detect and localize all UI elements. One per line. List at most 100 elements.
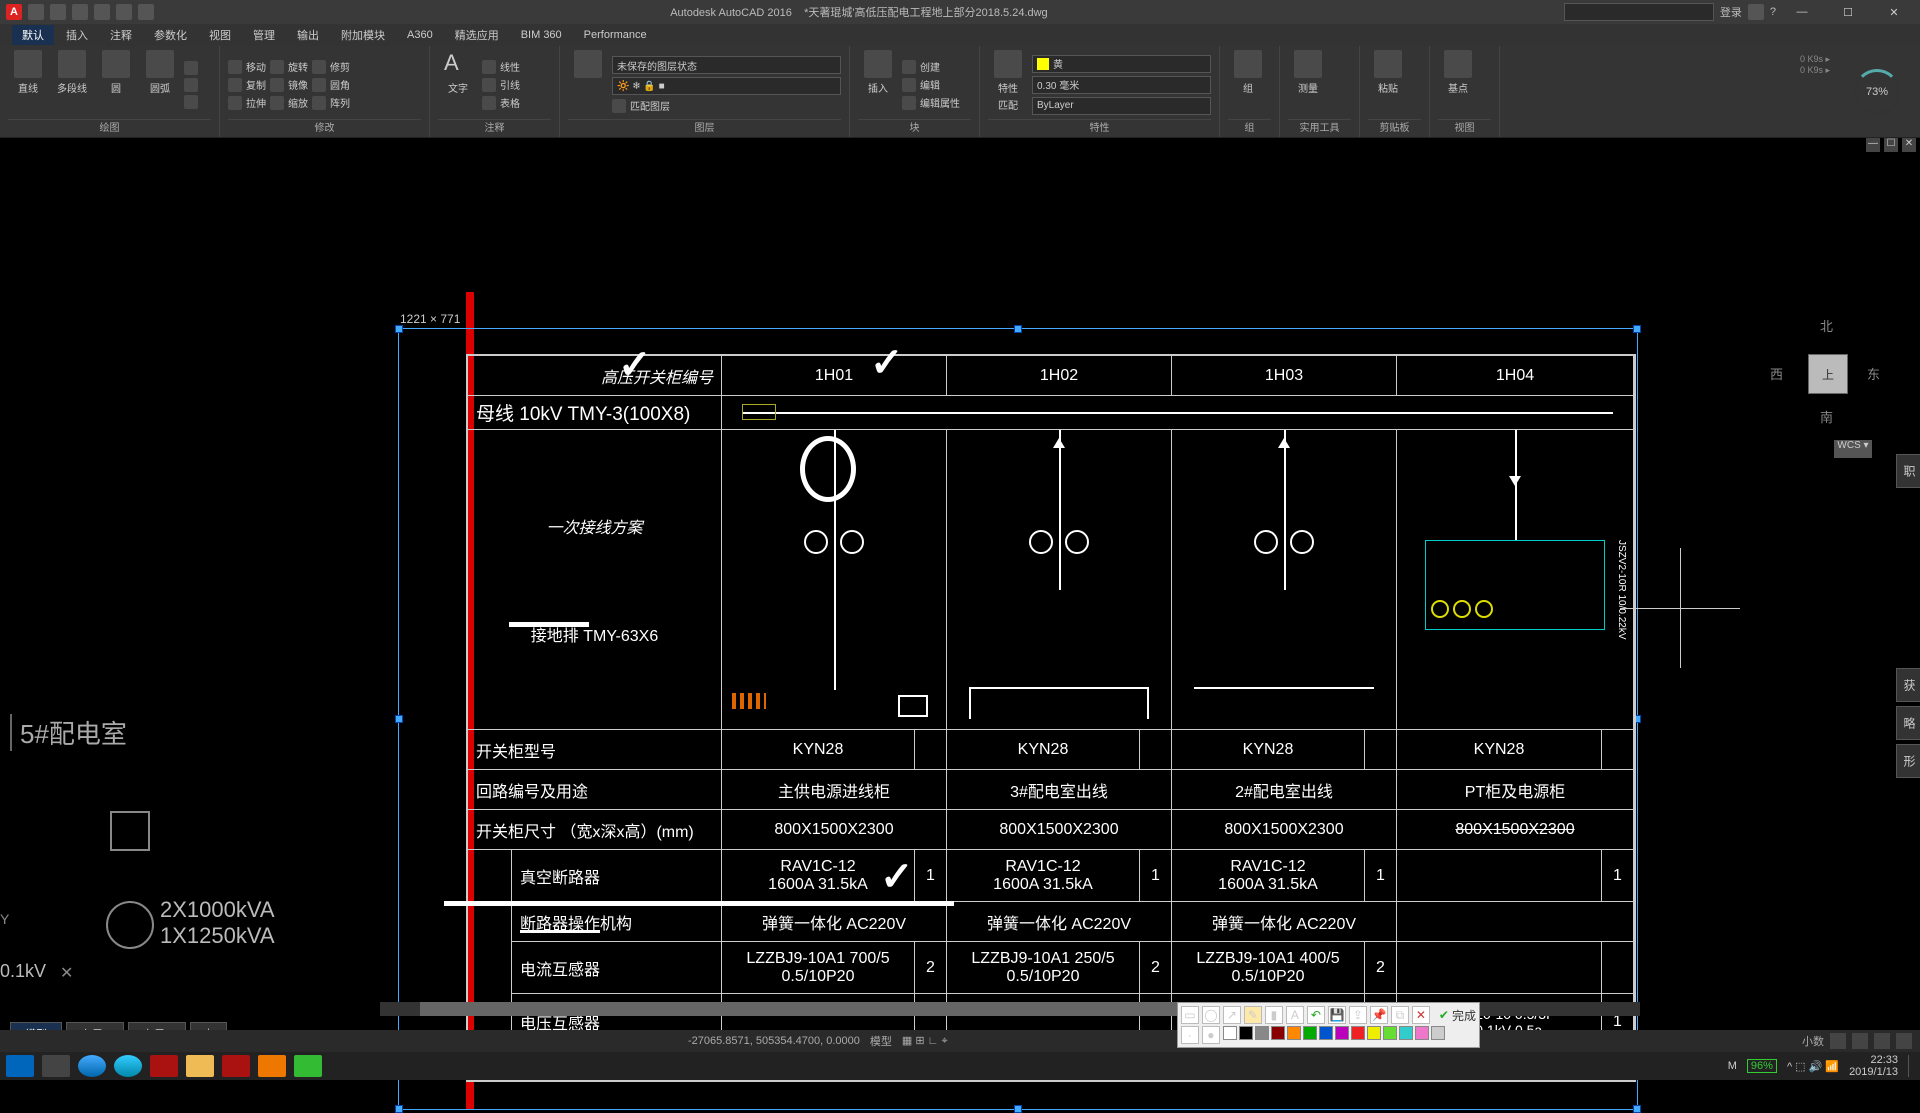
tab-default[interactable]: 默认 (12, 25, 54, 45)
side-tab-3[interactable]: 略 (1896, 706, 1920, 740)
tab-bim360[interactable]: BIM 360 (511, 27, 572, 43)
markup-save[interactable]: 💾 (1328, 1006, 1346, 1024)
rotate-button[interactable]: 旋转 (270, 59, 308, 74)
clock-date[interactable]: 2019/1/13 (1849, 1066, 1898, 1078)
tab-parametric[interactable]: 参数化 (144, 25, 197, 45)
arc-button[interactable]: 圆弧 (140, 50, 180, 119)
side-tab-4[interactable]: 形 (1896, 744, 1920, 778)
array-button[interactable]: 阵列 (312, 95, 350, 110)
taskbar-app-explorer[interactable] (186, 1055, 214, 1077)
taskview-button[interactable] (42, 1055, 70, 1077)
markup-close[interactable]: ✕ (1412, 1006, 1430, 1024)
color-gray[interactable] (1255, 1026, 1269, 1040)
group-button[interactable]: 组 (1228, 50, 1268, 119)
viewcube[interactable]: 北南 西东 上 (1770, 316, 1880, 426)
taskbar-app[interactable] (114, 1055, 142, 1077)
markup-rect-tool[interactable]: ▭ (1181, 1006, 1199, 1024)
min-button[interactable]: — (1782, 0, 1822, 24)
tab-view[interactable]: 视图 (199, 25, 241, 45)
app-logo[interactable]: A (6, 4, 22, 20)
drawing-canvas[interactable]: 1221 × 771 5#配电室 2X1000kVA 1X1250kVA 0.1… (0, 154, 1920, 1020)
markup-text-tool[interactable]: A (1286, 1006, 1304, 1024)
line-button[interactable]: 直线 (8, 50, 48, 119)
color-pink[interactable] (1415, 1026, 1429, 1040)
color-orange[interactable] (1287, 1026, 1301, 1040)
block-edit-button[interactable]: 编辑 (902, 77, 960, 92)
dim-linear-button[interactable]: 线性 (482, 59, 520, 74)
tab-annotate[interactable]: 注释 (100, 25, 142, 45)
leader-button[interactable]: 引线 (482, 77, 520, 92)
doc-min[interactable]: — (1866, 138, 1880, 152)
markup-undo[interactable]: ↶ (1307, 1006, 1325, 1024)
tab-featured[interactable]: 精选应用 (445, 25, 509, 45)
markup-share[interactable]: ⇪ (1349, 1006, 1367, 1024)
color-blue[interactable] (1319, 1026, 1333, 1040)
show-desktop[interactable] (1908, 1055, 1914, 1077)
linetype-combo[interactable]: ByLayer (1032, 97, 1211, 115)
doc-close[interactable]: ✕ (1902, 138, 1916, 152)
dot-large[interactable]: ● (1202, 1026, 1220, 1044)
markup-arrow-tool[interactable]: ↗ (1223, 1006, 1241, 1024)
color-green[interactable] (1303, 1026, 1317, 1040)
fillet-button[interactable]: 圆角 (312, 77, 350, 92)
status-icon[interactable] (1852, 1033, 1868, 1049)
grip[interactable] (1014, 1105, 1022, 1113)
match-layer-button[interactable]: 匹配图层 (612, 98, 841, 113)
status-icon[interactable] (1896, 1033, 1912, 1049)
qat-save[interactable] (72, 4, 88, 20)
help-search[interactable] (1564, 3, 1714, 21)
markup-toolbar[interactable]: ▭ ◯ ↗ ✎ ▮ A ↶ 💾 ⇪ 📌 ⧉ ✕ ✔完成 · ● (1177, 1002, 1480, 1048)
grip[interactable] (1633, 325, 1641, 333)
markup-ellipse-tool[interactable]: ◯ (1202, 1006, 1220, 1024)
tab-insert[interactable]: 插入 (56, 25, 98, 45)
scroll-thumb[interactable] (420, 1002, 1200, 1016)
move-button[interactable]: 移动 (228, 59, 266, 74)
paste-button[interactable]: 粘贴 (1368, 50, 1408, 119)
tab-output[interactable]: 输出 (287, 25, 329, 45)
qat-plot[interactable] (138, 4, 154, 20)
stretch-button[interactable]: 拉伸 (228, 95, 266, 110)
markup-highlight-tool[interactable]: ▮ (1265, 1006, 1283, 1024)
layer-combo[interactable]: 🔆 ❄ 🔒 ■ (612, 77, 841, 95)
close-button[interactable]: ✕ (1874, 0, 1914, 24)
taskbar-app[interactable] (78, 1055, 106, 1077)
clock-time[interactable]: 22:33 (1849, 1054, 1898, 1066)
doc-max[interactable]: ☐ (1884, 138, 1898, 152)
block-editattr-button[interactable]: 编辑属性 (902, 95, 960, 110)
tray-icons[interactable]: ^ ⬚ 🔊 📶 (1787, 1060, 1839, 1073)
taskbar-app-wechat[interactable] (294, 1055, 322, 1077)
grip[interactable] (395, 1105, 403, 1113)
layer-state-combo[interactable]: 未保存的图层状态 (612, 56, 841, 74)
tab-manage[interactable]: 管理 (243, 25, 285, 45)
color-darkred[interactable] (1271, 1026, 1285, 1040)
color-lgray[interactable] (1431, 1026, 1445, 1040)
mirror-button[interactable]: 镜像 (270, 77, 308, 92)
color-cyan[interactable] (1399, 1026, 1413, 1040)
markup-copy[interactable]: ⧉ (1391, 1006, 1409, 1024)
grip[interactable] (395, 715, 403, 723)
wcs-badge[interactable]: WCS ▾ (1834, 440, 1872, 458)
tab-a360[interactable]: A360 (397, 27, 443, 43)
color-black[interactable] (1239, 1026, 1253, 1040)
status-icon[interactable] (1830, 1033, 1846, 1049)
taskbar-app-autocad[interactable] (150, 1055, 178, 1077)
measure-button[interactable]: 测量 (1288, 50, 1328, 119)
table-button[interactable]: 表格 (482, 95, 520, 110)
text-button[interactable]: A文字 (438, 50, 478, 119)
side-tab-1[interactable]: 职 (1896, 454, 1920, 488)
status-space[interactable]: 模型 (870, 1033, 892, 1049)
markup-pin[interactable]: 📌 (1370, 1006, 1388, 1024)
markup-done-button[interactable]: ✔完成 (1439, 1006, 1476, 1024)
side-tab-2[interactable]: 获 (1896, 668, 1920, 702)
units-combo[interactable]: 小数 (1802, 1033, 1824, 1049)
help-icon[interactable]: ? (1770, 6, 1776, 18)
draw-extra-2[interactable] (184, 78, 198, 92)
grip[interactable] (1633, 1105, 1641, 1113)
max-button[interactable]: ☐ (1828, 0, 1868, 24)
block-insert-button[interactable]: 插入 (858, 50, 898, 119)
tab-performance[interactable]: Performance (574, 27, 657, 43)
color-white[interactable] (1223, 1026, 1237, 1040)
color-lime[interactable] (1383, 1026, 1397, 1040)
matchprop-button[interactable]: 特性匹配 (988, 50, 1028, 119)
exchange-icon[interactable] (1748, 4, 1764, 20)
